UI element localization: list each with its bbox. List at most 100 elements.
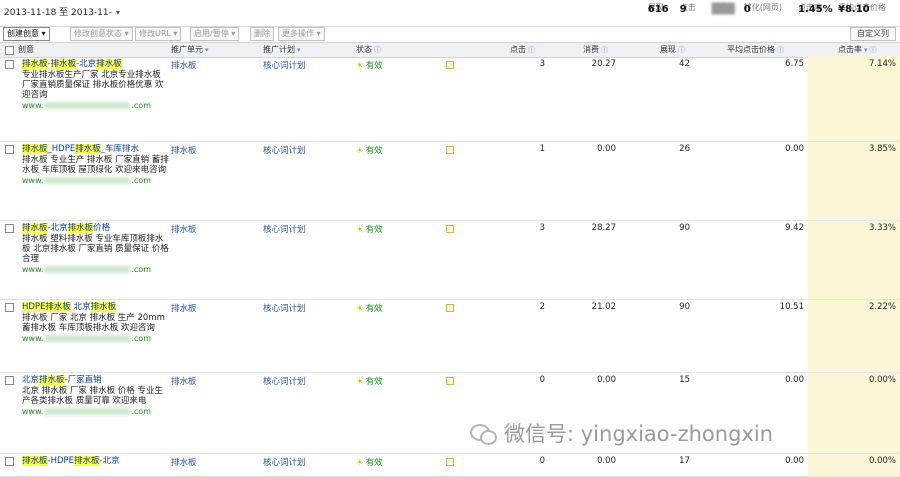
cost-value: 20.27: [591, 59, 616, 69]
custom-columns-button[interactable]: 自定义列: [850, 27, 896, 41]
ctr-value: 7.14%: [868, 59, 896, 69]
col-clicks[interactable]: 点击 ⓘ: [510, 43, 535, 57]
preview-icon[interactable]: [446, 61, 454, 69]
clicks-value: 0: [539, 456, 545, 466]
table-row: 排水板-北京排水板价格 排水板 塑料排水板 专业车库顶板排水板 北京排水板 厂家直…: [0, 221, 900, 300]
preview-icon[interactable]: [446, 304, 454, 312]
avg-cpc-value: 9.42: [785, 223, 804, 233]
status-cell: ☀ 有效: [356, 304, 383, 314]
unit-link[interactable]: 排水板: [171, 144, 197, 156]
status-cell: ☀ 有效: [356, 377, 383, 387]
plan-link[interactable]: 核心词计划: [263, 375, 306, 387]
preview-icon[interactable]: [446, 458, 454, 466]
preview-icon[interactable]: [446, 146, 454, 154]
creative-display-url: www. .com: [22, 101, 152, 110]
status-cell: ☀ 有效: [356, 61, 383, 71]
col-ctr[interactable]: 点击率 ▾ ⓘ: [838, 43, 877, 57]
impressions-value: 90: [679, 223, 690, 233]
creative-cell: 北京排水板-厂家直销 北京 排水板 厂家 排水板 价格 专业生产各类排水板 质量可…: [22, 375, 170, 451]
modify-status-dropdown[interactable]: 修改创意状态 ▾: [70, 27, 133, 41]
col-unit[interactable]: 推广单元 ▾: [171, 43, 209, 57]
status-cell: ☀ 有效: [356, 458, 383, 468]
creative-display-url: www. .com: [22, 176, 152, 185]
plan-link[interactable]: 核心词计划: [263, 302, 306, 314]
avg-cpc-value: 0.00: [785, 456, 804, 466]
unit-link[interactable]: 排水板: [171, 302, 197, 314]
plan-link[interactable]: 核心词计划: [263, 144, 306, 156]
lightbulb-icon: ☀: [356, 61, 364, 71]
lightbulb-icon: ☀: [356, 225, 364, 235]
stats-summary: 616 展现 9 点击 ███ 消费 0 转化(网页) 1.45% 点击率 ¥8.10 平均…: [640, 2, 894, 15]
redacted-domain: [44, 102, 131, 109]
table-row: HDPE排水板 北京排水板 排水板 厂家 北京 排水板 生产 20mm 蓄排水板 …: [0, 300, 900, 373]
row-checkbox[interactable]: [5, 303, 14, 312]
table-row: 排水板-HDPE排水板-北京 排水板 核心词计划 ☀ 有效 0 0.00 17 0.00 0.00…: [0, 454, 900, 477]
stat-conversions: 0 转化(网页): [743, 3, 782, 15]
preview-icon[interactable]: [446, 225, 454, 233]
clicks-value: 1: [539, 144, 545, 154]
col-plan[interactable]: 推广计划 ▾: [263, 43, 301, 57]
creative-display-url: www. .com: [22, 265, 152, 274]
preview-icon[interactable]: [446, 377, 454, 385]
stat-ctr: 1.45% 点击率: [798, 3, 833, 15]
plan-link[interactable]: 核心词计划: [263, 59, 306, 71]
creative-title-link[interactable]: 排水板-北京排水板价格: [22, 223, 170, 233]
unit-link[interactable]: 排水板: [171, 375, 197, 387]
col-creative[interactable]: 创意: [18, 43, 34, 57]
modify-url-dropdown[interactable]: 修改URL ▾: [135, 27, 182, 41]
creative-cell: 排水板-排水板-北京排水板 专业排水板生产厂家 北京专业排水板 厂家直销质量保证 …: [22, 59, 170, 139]
create-creative-dropdown[interactable]: 创建创意 ▾: [3, 27, 50, 41]
redacted-domain: [44, 408, 131, 415]
sort-desc-icon: ▾: [864, 46, 868, 54]
table-row: 排水板-排水板-北京排水板 专业排水板生产厂家 北京专业排水板 厂家直销质量保证 …: [0, 57, 900, 142]
avg-cpc-value: 0.00: [785, 144, 804, 154]
creative-title-link[interactable]: HDPE排水板 北京排水板: [22, 302, 170, 312]
enable-pause-dropdown[interactable]: 启用/暂停 ▾: [190, 27, 240, 41]
delete-button[interactable]: 删除: [250, 27, 274, 41]
select-all-checkbox[interactable]: [5, 46, 14, 55]
creative-title-link[interactable]: 排水板-HDPE排水板-北京: [22, 456, 170, 466]
help-icon: ⓘ: [678, 46, 685, 54]
sort-icon: ▾: [297, 46, 301, 54]
clicks-value: 0: [539, 375, 545, 385]
ctr-value: 3.85%: [868, 144, 896, 154]
cost-value: 0.00: [597, 456, 616, 466]
more-actions-dropdown[interactable]: 更多操作 ▾: [278, 27, 325, 41]
chevron-down-icon: ▾: [115, 8, 120, 17]
creative-description: 排水板 专业生产 排水板 厂家直销 蓄排水板 车库顶板 屋顶绿化 欢迎来电咨询: [22, 155, 169, 175]
row-checkbox[interactable]: [5, 224, 14, 233]
clicks-value: 2: [539, 302, 545, 312]
avg-cpc-value: 10.51: [779, 302, 804, 312]
clicks-value: 3: [539, 59, 545, 69]
ctr-value: 0.00%: [868, 375, 896, 385]
creative-title-link[interactable]: 排水板_HDPE排水板_车库排水: [22, 144, 170, 154]
row-checkbox[interactable]: [5, 60, 14, 69]
plan-link[interactable]: 核心词计划: [263, 456, 306, 468]
ctr-value: 0.00%: [868, 456, 896, 466]
row-checkbox[interactable]: [5, 145, 14, 154]
cost-value: 21.02: [591, 302, 616, 312]
lightbulb-icon: ☀: [356, 146, 364, 156]
unit-link[interactable]: 排水板: [171, 59, 197, 71]
unit-link[interactable]: 排水板: [171, 223, 197, 235]
impressions-value: 26: [679, 144, 690, 154]
watermark-text: 微信号: yingxiao-zhongxin: [504, 422, 773, 446]
lightbulb-icon: ☀: [356, 458, 364, 468]
col-avg-cpc[interactable]: 平均点击价格 ⓘ: [727, 43, 784, 57]
creative-title-link[interactable]: 排水板-排水板-北京排水板: [22, 59, 170, 69]
col-impressions[interactable]: 展现 ⓘ: [660, 43, 685, 57]
impressions-value: 42: [679, 59, 690, 69]
help-icon: ⓘ: [528, 46, 535, 54]
table-header: 创意 推广单元 ▾ 推广计划 ▾ 状态 ⓘ 点击 ⓘ 消费 ⓘ 展现 ⓘ 平均点击价格 ⓘ 点…: [0, 42, 900, 58]
date-range-picker[interactable]: 2013-11-18 至 2013-11- ▾: [4, 5, 120, 18]
col-cost[interactable]: 消费 ⓘ: [583, 43, 608, 57]
unit-link[interactable]: 排水板: [171, 456, 197, 468]
col-status[interactable]: 状态 ⓘ: [356, 43, 381, 57]
row-checkbox[interactable]: [5, 457, 14, 466]
plan-link[interactable]: 核心词计划: [263, 223, 306, 235]
creative-title-link[interactable]: 北京排水板-厂家直销: [22, 375, 170, 385]
action-toolbar: 创建创意 ▾ 修改创意状态 ▾ 修改URL ▾ 启用/暂停 ▾ 删除 更多操作 …: [0, 27, 900, 41]
wechat-watermark: 微信号: yingxiao-zhongxin: [470, 418, 773, 448]
row-checkbox[interactable]: [5, 376, 14, 385]
stat-impressions: 616 展现: [647, 3, 669, 15]
